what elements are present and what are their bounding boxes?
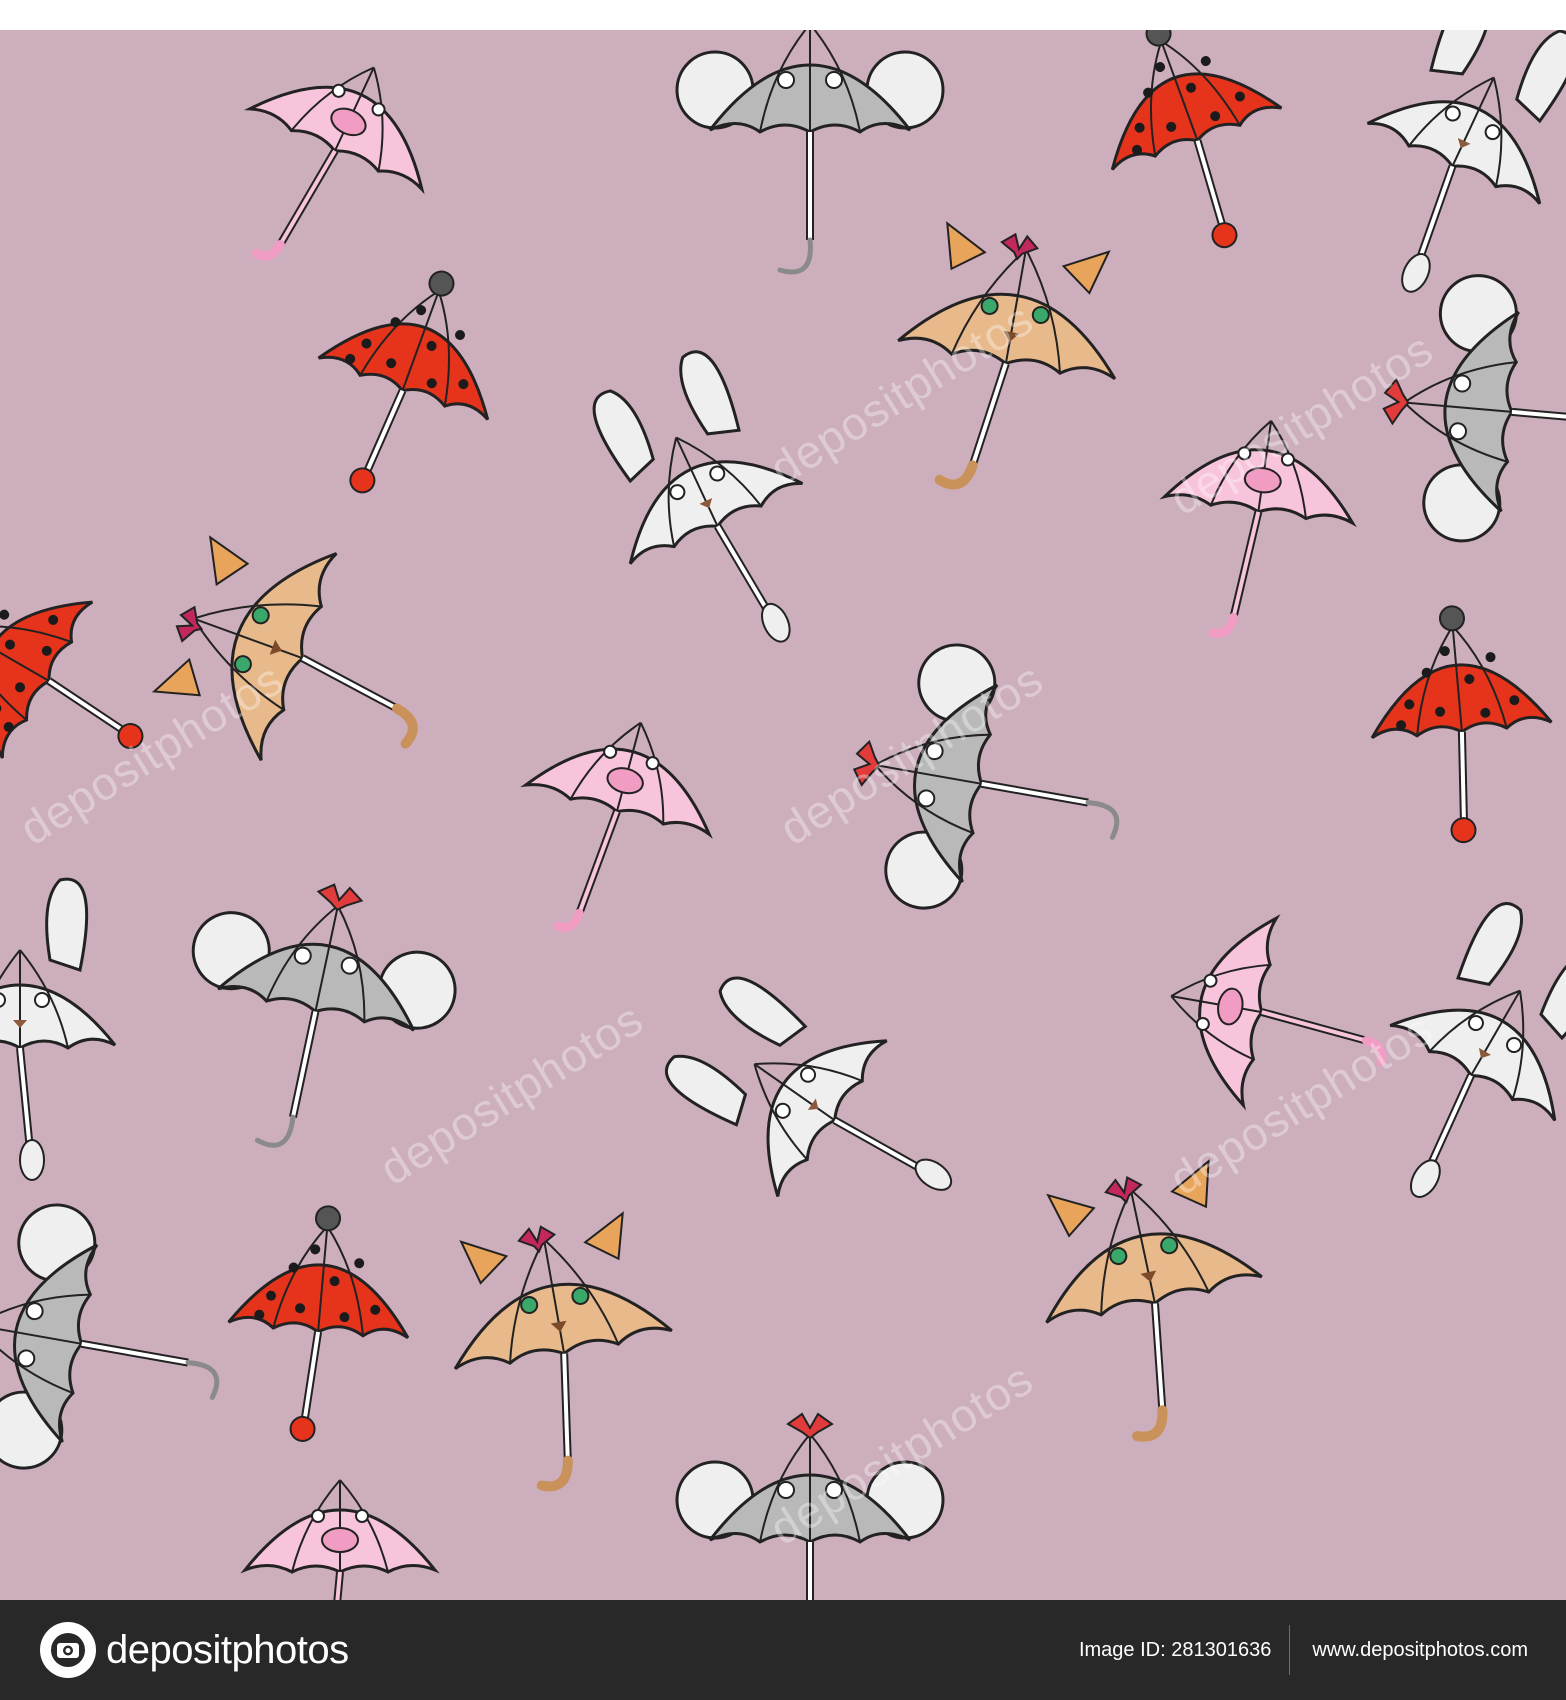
image-id-label: Image ID: 281301636	[1078, 1638, 1272, 1661]
footer-bar: depositphotos Image ID: 281301636 www.de…	[0, 1600, 1566, 1700]
camera-logo-icon	[40, 1622, 96, 1678]
brand-name: depositphotos	[106, 1627, 349, 1672]
brand-logo[interactable]: depositphotos	[40, 1622, 349, 1678]
pattern-area: depositphotos depositphotos depositphoto…	[0, 30, 1566, 1600]
umbrella-pattern	[0, 30, 1566, 1600]
website-link[interactable]: www.depositphotos.com	[1290, 1639, 1566, 1662]
